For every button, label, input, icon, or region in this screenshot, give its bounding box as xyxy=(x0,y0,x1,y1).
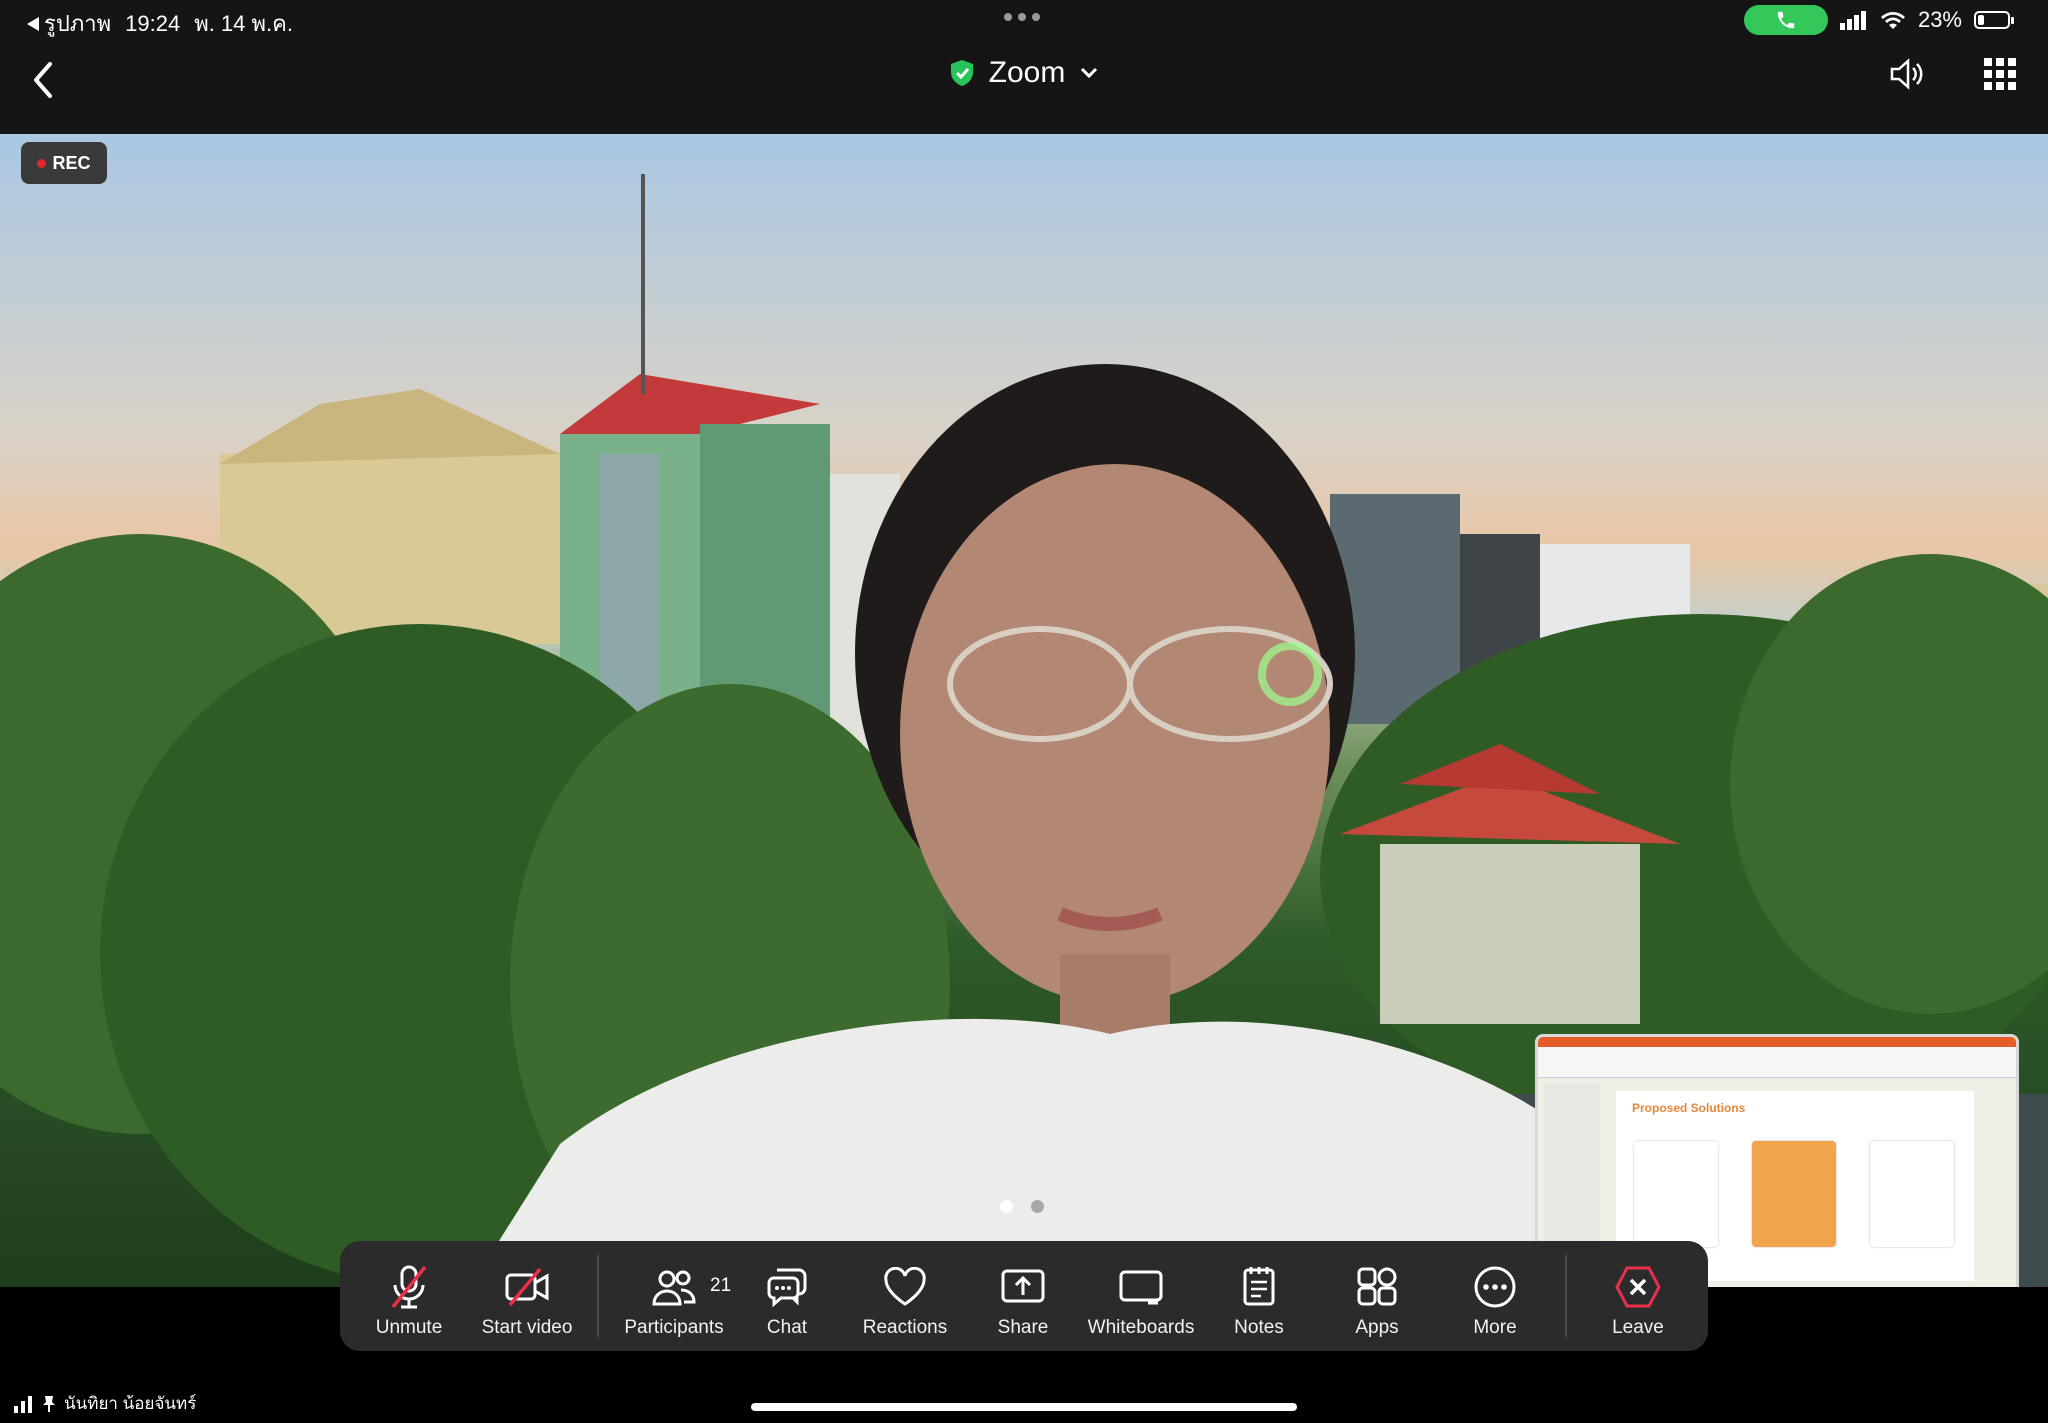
meeting-header: Zoom xyxy=(0,42,2048,134)
meeting-title-dropdown[interactable]: Zoom xyxy=(0,56,2048,90)
rec-label: REC xyxy=(52,152,91,173)
participant-count: 21 xyxy=(710,1275,732,1296)
grid-icon[interactable] xyxy=(1984,58,2016,90)
start-video-button[interactable]: Start video xyxy=(472,1241,582,1351)
battery-fill xyxy=(1978,15,1984,25)
pinned-participant: นันทิยา น้อยจันทร์ xyxy=(14,1390,196,1417)
speaker-icon[interactable] xyxy=(1886,54,1926,94)
apps-label: Apps xyxy=(1355,1317,1399,1338)
meeting-toolbar: Unmute Start video 21 Participants Chat … xyxy=(340,1241,1708,1351)
heart-icon xyxy=(884,1267,926,1306)
leave-icon xyxy=(1615,1266,1661,1308)
leave-button[interactable]: Leave xyxy=(1583,1241,1693,1351)
share-icon xyxy=(1001,1269,1045,1303)
notes-label: Notes xyxy=(1234,1317,1284,1338)
participants-button[interactable]: 21 Participants xyxy=(614,1241,734,1351)
unmute-button[interactable]: Unmute xyxy=(354,1241,464,1351)
toolbar-divider xyxy=(597,1255,599,1337)
page-dot-2[interactable] xyxy=(1031,1200,1044,1213)
apps-icon xyxy=(1357,1267,1397,1306)
presentation-app-titlebar xyxy=(1538,1037,2016,1047)
status-bar: รูปภาพ 19:24 พ. 14 พ.ค. 23% xyxy=(0,0,2048,42)
reactions-button[interactable]: Reactions xyxy=(850,1241,960,1351)
presentation-app-toolbar xyxy=(1538,1047,2016,1078)
back-to-app[interactable]: รูปภาพ xyxy=(26,6,111,41)
pinned-participant-name: นันทิยา น้อยจันทร์ xyxy=(64,1394,197,1413)
battery-percent: 23% xyxy=(1917,7,1962,32)
participants-label: Participants xyxy=(624,1317,724,1338)
recording-badge: REC xyxy=(21,142,107,184)
record-dot-icon xyxy=(37,158,47,168)
multitask-dots[interactable] xyxy=(1004,13,1040,21)
wifi-icon xyxy=(1880,12,1905,29)
whiteboards-button[interactable]: Whiteboards xyxy=(1086,1241,1196,1351)
video-off-icon xyxy=(505,1267,549,1307)
meeting-title: Zoom xyxy=(988,56,1066,89)
more-icon xyxy=(1474,1266,1516,1308)
battery-icon xyxy=(1974,11,2014,29)
status-time: 19:24 xyxy=(125,10,181,36)
whiteboards-label: Whiteboards xyxy=(1087,1317,1195,1338)
chat-label: Chat xyxy=(766,1317,808,1338)
reactions-label: Reactions xyxy=(862,1317,948,1338)
notes-button[interactable]: Notes xyxy=(1204,1241,1314,1351)
active-speaker-video[interactable]: REC Proposed Solutions xyxy=(0,134,2048,1287)
share-label: Share xyxy=(997,1317,1049,1338)
active-call-pill[interactable] xyxy=(1743,5,1828,35)
share-button[interactable]: Share xyxy=(968,1241,1078,1351)
whiteboard-icon xyxy=(1119,1270,1163,1305)
toolbar-divider xyxy=(1565,1255,1567,1337)
slide-card-3 xyxy=(1870,1141,1954,1247)
slide-card-2 xyxy=(1752,1141,1836,1247)
triangle-left-icon xyxy=(27,16,39,31)
unmute-label: Unmute xyxy=(375,1317,443,1338)
mic-off-icon xyxy=(391,1265,427,1309)
connection-signal-icon xyxy=(14,1395,32,1413)
slide-card-1 xyxy=(1634,1141,1718,1247)
chat-icon xyxy=(767,1268,807,1308)
home-indicator[interactable] xyxy=(751,1403,1297,1411)
notes-icon xyxy=(1243,1267,1275,1306)
pin-icon xyxy=(43,1395,55,1412)
chat-button[interactable]: Chat xyxy=(732,1241,842,1351)
slide-title: Proposed Solutions xyxy=(1632,1101,1746,1115)
chevron-down-icon xyxy=(1081,67,1098,79)
page-indicator[interactable] xyxy=(1000,1200,1044,1213)
leave-label: Leave xyxy=(1612,1317,1664,1338)
phone-icon xyxy=(1777,11,1795,29)
page-dot-1[interactable] xyxy=(1000,1200,1013,1213)
shield-check-icon xyxy=(950,60,973,86)
more-label: More xyxy=(1473,1317,1517,1338)
participants-icon xyxy=(652,1270,696,1306)
cellular-signal-icon xyxy=(1839,11,1866,30)
back-app-label: รูปภาพ xyxy=(44,11,112,36)
more-button[interactable]: More xyxy=(1440,1241,1550,1351)
start-video-label: Start video xyxy=(481,1317,573,1338)
apps-button[interactable]: Apps xyxy=(1322,1241,1432,1351)
status-date: พ. 14 พ.ค. xyxy=(194,11,293,36)
